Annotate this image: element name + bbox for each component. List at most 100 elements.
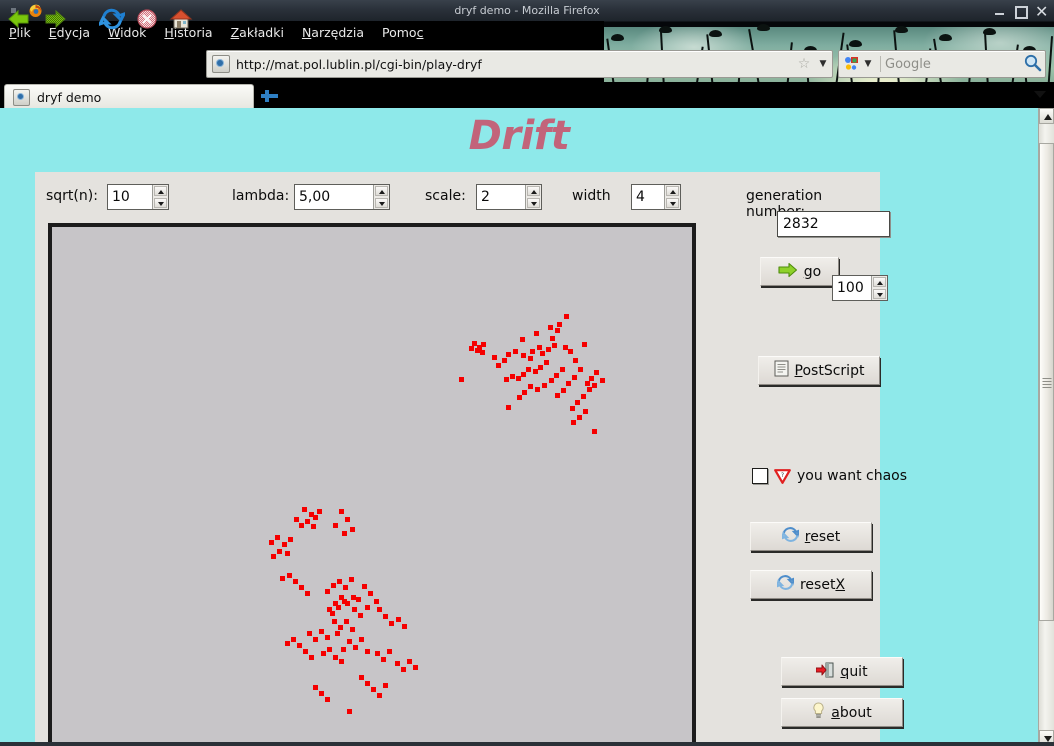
lambda-input[interactable] <box>295 185 373 209</box>
list-all-tabs-icon[interactable] <box>1034 91 1046 98</box>
chevron-down-icon[interactable]: ▼ <box>814 59 832 69</box>
search-engine-chevron-icon[interactable]: ▼ <box>860 59 876 69</box>
scatter-point <box>481 342 486 347</box>
plant-bloom <box>757 24 770 31</box>
spin-down-icon[interactable] <box>666 198 679 208</box>
width-spin-buttons[interactable] <box>664 185 680 209</box>
scatter-point <box>573 358 578 363</box>
new-tab-icon[interactable] <box>258 86 282 106</box>
resetx-pre: reset <box>799 576 836 593</box>
resetx-button[interactable]: resetX <box>750 570 872 599</box>
scatter-point <box>344 619 349 624</box>
scatter-point <box>534 331 539 336</box>
spin-up-icon[interactable] <box>154 186 167 196</box>
menu-accel: N <box>301 25 312 40</box>
scatter-point <box>280 576 285 581</box>
spin-down-icon[interactable] <box>527 198 540 208</box>
scatter-point <box>502 358 507 363</box>
reload-button-icon[interactable] <box>97 6 127 32</box>
scroll-up-icon[interactable] <box>1039 108 1054 124</box>
scatter-point <box>570 406 575 411</box>
scatter-point <box>339 595 344 600</box>
scatter-point <box>548 325 553 330</box>
scatter-point <box>302 507 307 512</box>
scatter-point <box>528 384 533 389</box>
scale-input[interactable] <box>477 185 525 209</box>
minimize-icon[interactable] <box>993 5 1006 18</box>
quit-button[interactable]: quit <box>781 657 903 686</box>
menu-item-6[interactable]: Pomoc <box>373 21 432 44</box>
menu-item-5[interactable]: Narzędzia <box>293 21 373 44</box>
bookmark-star-icon[interactable]: ☆ <box>794 56 814 72</box>
steps-input[interactable] <box>833 276 871 300</box>
sqrt-n-input[interactable] <box>108 185 152 209</box>
sqrt-n-spin-buttons[interactable] <box>152 185 168 209</box>
search-bar[interactable]: ▼ Google <box>838 50 1046 78</box>
scatter-point <box>583 409 588 414</box>
go-button[interactable]: go <box>760 257 839 286</box>
scatter-point <box>325 697 330 702</box>
scatter-point <box>520 337 525 342</box>
scatter-point <box>309 655 314 660</box>
tab-favicon-icon <box>13 88 30 106</box>
search-input[interactable]: Google <box>885 57 1021 72</box>
vertical-scrollbar[interactable] <box>1038 108 1054 746</box>
page-title: Drift <box>468 113 570 159</box>
scatter-point <box>407 659 412 664</box>
spin-down-icon[interactable] <box>873 289 886 299</box>
spin-up-icon[interactable] <box>527 186 540 196</box>
scatter-point <box>313 515 318 520</box>
back-button-icon[interactable] <box>6 6 32 32</box>
scrollbar-thumb[interactable] <box>1039 143 1054 621</box>
stop-button-icon[interactable] <box>134 6 160 32</box>
chaos-checkbox[interactable] <box>752 468 768 484</box>
spin-down-icon[interactable] <box>154 198 167 208</box>
reset-button[interactable]: reset <box>750 522 872 551</box>
scale-spinner[interactable] <box>476 184 542 210</box>
scatter-point <box>359 637 364 642</box>
resetx-button-label: resetX <box>800 577 845 593</box>
steps-spinner[interactable] <box>832 275 888 301</box>
refresh-icon <box>780 527 801 546</box>
spin-up-icon[interactable] <box>666 186 679 196</box>
green-right-arrow-icon <box>778 262 798 282</box>
scatter-point <box>568 349 573 354</box>
scatter-point <box>566 381 571 386</box>
generation-number-field[interactable] <box>777 211 890 237</box>
search-icon[interactable] <box>1021 52 1045 76</box>
scatter-point <box>358 613 363 618</box>
scatter-point <box>285 641 290 646</box>
url-text[interactable]: http://mat.pol.lublin.pl/cgi-bin/play-dr… <box>236 57 794 72</box>
width-spinner[interactable] <box>631 184 681 210</box>
go-post: o <box>812 263 822 280</box>
scatter-point <box>517 395 522 400</box>
scatter-point <box>375 651 380 656</box>
google-icon[interactable] <box>844 56 860 72</box>
scatter-point <box>528 356 533 361</box>
chaos-option-row[interactable]: ? you want chaos <box>752 468 907 484</box>
width-input[interactable] <box>632 185 664 209</box>
scatter-point <box>544 360 549 365</box>
close-icon[interactable]: ✕ <box>1035 3 1048 19</box>
tab-dryf-demo[interactable]: dryf demo <box>4 84 254 109</box>
menu-item-4[interactable]: Zakładki <box>222 21 293 44</box>
lambda-spin-buttons[interactable] <box>373 185 389 209</box>
steps-spin-buttons[interactable] <box>871 276 887 300</box>
generation-number-input[interactable] <box>778 212 889 236</box>
url-bar[interactable]: http://mat.pol.lublin.pl/cgi-bin/play-dr… <box>206 50 833 78</box>
spin-up-icon[interactable] <box>375 186 388 196</box>
maximize-icon[interactable] <box>1014 5 1028 19</box>
scatter-point <box>333 655 338 660</box>
spin-up-icon[interactable] <box>873 277 886 287</box>
about-button[interactable]: about <box>781 698 903 727</box>
drift-canvas[interactable] <box>48 223 696 746</box>
home-button-icon[interactable] <box>168 6 194 32</box>
search-divider <box>880 56 881 72</box>
scatter-point <box>521 372 526 377</box>
scale-spin-buttons[interactable] <box>525 185 541 209</box>
postscript-button[interactable]: PostScript <box>758 356 880 385</box>
spin-down-icon[interactable] <box>375 198 388 208</box>
lambda-spinner[interactable] <box>294 184 390 210</box>
forward-button-icon[interactable] <box>42 6 68 32</box>
sqrt-n-spinner[interactable] <box>107 184 169 210</box>
